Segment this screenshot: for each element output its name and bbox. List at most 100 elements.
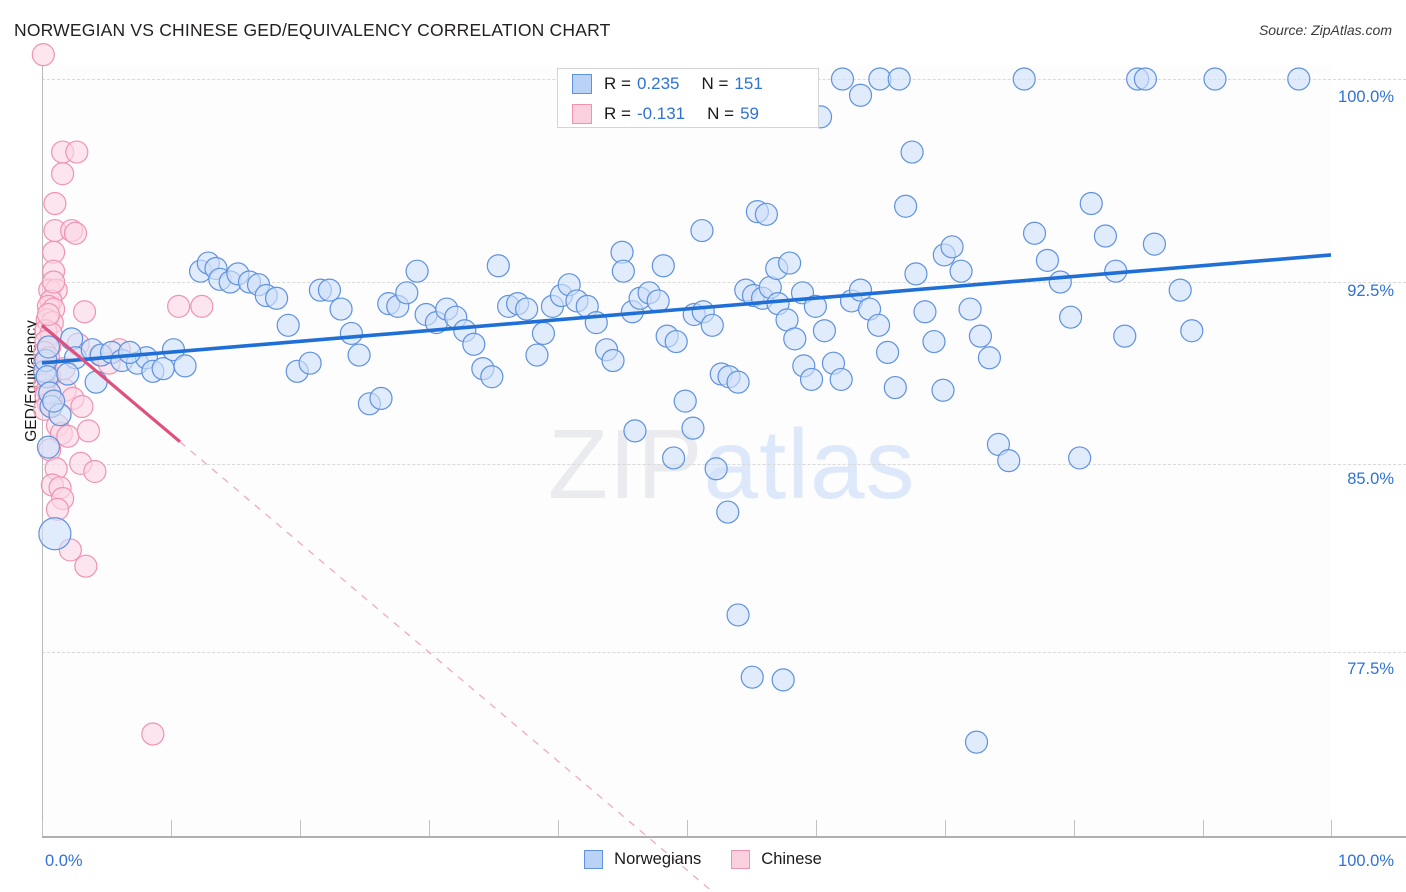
data-point [664, 329, 688, 354]
data-point [904, 262, 928, 286]
chinese-r-value: -0.131 [636, 104, 686, 123]
data-point [525, 343, 549, 367]
data-point [190, 294, 214, 318]
data-point [36, 302, 61, 327]
data-point [900, 140, 924, 164]
stat-row-norwegian: R = 0.235 N = 151 [558, 69, 818, 99]
norwegian-r-label: R = [604, 74, 631, 93]
data-point [264, 286, 289, 310]
data-point [43, 191, 67, 216]
data-point [60, 327, 84, 351]
chinese-swatch-icon [572, 104, 592, 124]
chinese-trendline-extension [179, 441, 714, 892]
data-point [740, 665, 764, 689]
data-point [830, 67, 855, 91]
data-point [894, 194, 918, 218]
data-point [754, 202, 779, 226]
stat-row-chinese: R = -0.131 N = 59 [558, 99, 818, 129]
data-point [1168, 278, 1192, 302]
data-point [726, 603, 750, 627]
data-point [673, 389, 697, 413]
data-point [1022, 221, 1047, 245]
data-point [771, 668, 795, 692]
data-point [611, 259, 635, 283]
norwegian-swatch-icon [572, 74, 592, 94]
legend-label-norwegians: Norwegians [614, 850, 702, 868]
data-point [347, 343, 371, 367]
data-point [74, 554, 98, 578]
data-point [369, 386, 393, 410]
legend-label-chinese: Chinese [761, 850, 822, 868]
data-point [690, 218, 714, 243]
data-point [84, 370, 108, 394]
data-point [42, 389, 66, 413]
data-point [480, 365, 504, 389]
data-point [704, 457, 728, 481]
data-point [1059, 305, 1083, 329]
data-point [531, 321, 556, 346]
data-point [405, 259, 429, 283]
data-point [651, 254, 675, 278]
data-point [118, 340, 142, 364]
data-point [70, 394, 94, 419]
data-point [662, 446, 686, 470]
data-point [1048, 270, 1072, 294]
data-point [868, 67, 892, 91]
data-point [167, 294, 191, 318]
legend-item-chinese[interactable]: Chinese [731, 850, 822, 869]
norwegian-n-label: N = [701, 74, 729, 93]
scatter-layer [31, 43, 1332, 892]
data-point [716, 500, 740, 524]
data-point [997, 449, 1021, 473]
data-point [931, 378, 955, 402]
data-point [83, 459, 107, 484]
data-point [829, 367, 853, 392]
data-point [1287, 67, 1311, 91]
data-point [395, 281, 419, 305]
data-point [726, 370, 750, 394]
data-point [76, 419, 101, 443]
data-point [783, 327, 807, 351]
data-point [31, 43, 55, 67]
data-point [486, 254, 510, 278]
data-point [601, 348, 625, 373]
data-point [913, 300, 937, 324]
data-point [56, 424, 80, 448]
data-point [339, 321, 363, 346]
legend-swatch-norwegians-icon [584, 850, 604, 869]
data-point [1068, 446, 1092, 470]
data-point [646, 289, 670, 313]
data-point [1079, 191, 1103, 216]
data-point [276, 313, 300, 337]
data-point [65, 140, 89, 164]
trendlines-group [40, 253, 1332, 892]
correlation-stats-box: R = 0.235 N = 151 R = -0.131 N = 59 [557, 68, 819, 128]
data-point [462, 332, 486, 356]
data-point [964, 730, 989, 754]
data-point [958, 297, 982, 321]
data-point [922, 329, 946, 354]
legend-item-norwegians[interactable]: Norwegians [584, 850, 701, 869]
data-point [1142, 232, 1167, 256]
chinese-n-label: N = [707, 104, 735, 123]
data-point [38, 517, 72, 551]
data-point [681, 416, 705, 440]
legend-swatch-chinese-icon [731, 850, 751, 869]
data-point [515, 297, 539, 321]
data-point [700, 313, 724, 337]
data-point [968, 324, 992, 348]
data-point [949, 259, 973, 283]
data-point [36, 435, 61, 459]
norwegian-n-value: 151 [734, 74, 763, 93]
data-point [1113, 324, 1137, 348]
data-point [875, 340, 900, 364]
data-point [1035, 248, 1060, 272]
data-point [940, 235, 964, 259]
norwegian-r-value: 0.235 [636, 74, 680, 93]
data-point [42, 270, 66, 294]
data-point [1133, 67, 1157, 91]
data-point [799, 367, 824, 392]
data-point [317, 278, 342, 302]
data-point [848, 83, 873, 107]
data-point [812, 319, 837, 343]
